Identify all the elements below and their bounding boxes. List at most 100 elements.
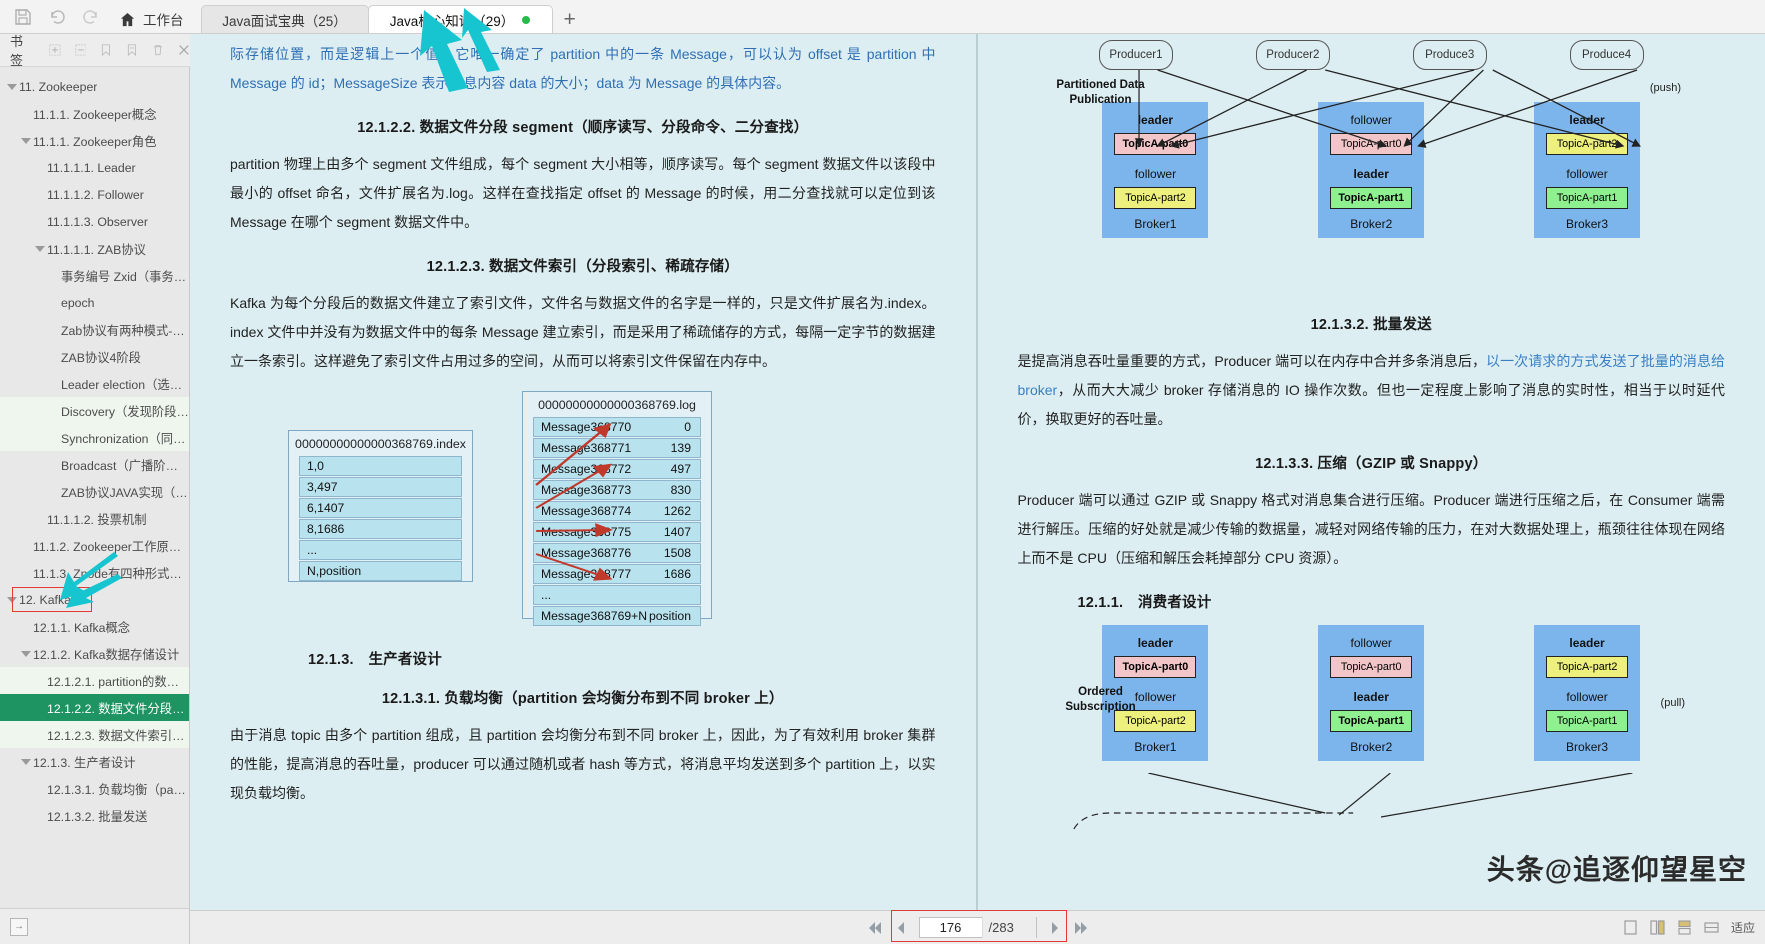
outline-item[interactable]: 11.1.1.2. 投票机制 (0, 505, 189, 532)
outline-item[interactable]: 11.1.1.3. Observer (0, 208, 189, 235)
outline-item[interactable]: 12.1.3. 生产者设计 (0, 748, 189, 775)
outline-item-label: 12.1.2.3. 数据文件索引（分... (47, 728, 189, 743)
heading-load-balance: 12.1.3.1. 负载均衡（partition 会均衡分布到不同 broker… (381, 691, 784, 707)
page-input-group[interactable]: /283 (918, 917, 1037, 938)
outline-item[interactable]: 11. Zookeeper (0, 73, 189, 100)
delete-icon[interactable] (152, 43, 164, 58)
bookmark-next-icon[interactable] (126, 43, 138, 58)
chevron-down-icon[interactable] (20, 649, 31, 659)
log-row-name: Message368772 (541, 462, 632, 476)
broker-name: Broker3 (1566, 740, 1609, 754)
outline-item[interactable]: epoch (0, 289, 189, 316)
outline-sidebar[interactable]: 11. Zookeeper 11.1.1. Zookeeper概念 11.1.1. … (0, 34, 190, 944)
next-page-icon[interactable] (1047, 921, 1063, 935)
outline-item[interactable]: 12.1.1. Kafka概念 (0, 613, 189, 640)
page-navigation[interactable]: /283 (867, 910, 1089, 942)
sidebar-footer: → (0, 908, 189, 944)
outline-item[interactable]: 12.1.2.1. partition的数据文... (0, 667, 189, 694)
outline-item-label: 11.1.2. Zookeeper工作原理... (33, 539, 189, 554)
outline-item-label: Zab协议有两种模式-恢复... (61, 323, 189, 338)
index-row: 8,1686 (299, 519, 462, 539)
page-number-input[interactable] (919, 920, 982, 935)
outline-item[interactable]: Discovery（发现阶段-接... (0, 397, 189, 424)
outline-item[interactable]: ZAB协议4阶段 (0, 343, 189, 370)
outline-item-label: 12.1.2.1. partition的数据文... (47, 674, 189, 689)
redo-icon[interactable] (82, 8, 100, 26)
two-page-icon[interactable] (1650, 920, 1665, 935)
home-icon (120, 12, 135, 27)
outline-item[interactable]: 11.1.1.2. Follower (0, 181, 189, 208)
outline-item[interactable]: 12. Kafka (0, 586, 189, 613)
chevron-down-icon[interactable] (20, 757, 31, 767)
broker-name: Broker1 (1134, 740, 1177, 754)
close-icon[interactable] (178, 43, 190, 58)
remove-bookmark-icon[interactable] (74, 43, 87, 58)
outline-item[interactable]: 12.1.2.3. 数据文件索引（分... (0, 721, 189, 748)
outline-item[interactable]: 事务编号 Zxid（事务请求... (0, 262, 189, 289)
view-controls[interactable]: 适应 (1623, 919, 1755, 936)
log-row-name: Message368775 (541, 525, 632, 539)
outline-item[interactable]: Broadcast（广播阶段-lea... (0, 451, 189, 478)
new-tab-button[interactable]: + (552, 9, 588, 33)
log-row-offset: 0 (684, 420, 691, 434)
outline-item[interactable]: 12.1.2.2. 数据文件分段seg... (0, 694, 189, 721)
chevron-down-icon[interactable] (6, 82, 17, 92)
home-tab[interactable]: 工作台 (114, 5, 202, 33)
outline-item[interactable]: 11.1.3. Znode有四种形式的... (0, 559, 189, 586)
bookmark-prev-icon[interactable] (100, 43, 112, 58)
broker-role-bottom: follower (1566, 167, 1608, 181)
outline-item[interactable]: 11.1.1.1. ZAB协议 (0, 235, 189, 262)
tab-java-interview[interactable]: Java面试宝典（25） (200, 5, 369, 33)
outline-item[interactable]: 11.1.1. Zookeeper角色 (0, 127, 189, 154)
continuous-icon[interactable] (1677, 920, 1692, 935)
outline-item-label: 11. Zookeeper (19, 79, 98, 94)
chevron-down-icon[interactable] (6, 595, 17, 605)
paragraph-batch-send: 是提高消息吞吐量重要的方式，Producer 端可以在内存中合并多条消息后，以一… (1017, 353, 1726, 427)
log-row: Message368777 1686 (533, 564, 701, 584)
paragraph-segment: partition 物理上由多个 segment 文件组成，每个 segment… (230, 156, 936, 230)
chevron-down-icon[interactable] (20, 136, 31, 146)
outline-item-label: Leader election（选举阶... (61, 377, 189, 392)
outline-item[interactable]: Leader election（选举阶... (0, 370, 189, 397)
expand-sidebar-icon[interactable]: → (10, 917, 28, 936)
outline-item[interactable]: 11.1.1. Zookeeper概念 (0, 100, 189, 127)
undo-icon[interactable] (48, 8, 66, 26)
tab-java-core[interactable]: Java核心知识（29） (367, 5, 553, 33)
outline-item[interactable]: 12.1.2. Kafka数据存储设计 (0, 640, 189, 667)
chevron-down-icon[interactable] (34, 244, 45, 254)
partition-chip: TopicA-part1 (1330, 710, 1413, 732)
fit-label[interactable]: 适应 (1731, 919, 1755, 936)
fit-width-icon[interactable] (1704, 920, 1719, 935)
log-row: Message368774 1262 (533, 501, 701, 521)
partition-chip: TopicA-part1 (1546, 710, 1629, 732)
outline-item-label: 11.1.1.2. Follower (47, 187, 144, 202)
outline-item[interactable]: 11.1.1.1. Leader (0, 154, 189, 181)
outline-item[interactable]: 11.1.2. Zookeeper工作原理... (0, 532, 189, 559)
prev-page-icon[interactable] (893, 921, 909, 935)
first-page-icon[interactable] (867, 921, 883, 935)
last-page-icon[interactable] (1073, 921, 1089, 935)
outline-item-label: Broadcast（广播阶段-lea... (61, 458, 189, 473)
status-bar: /283 适应 (190, 910, 1765, 944)
save-icon[interactable] (14, 8, 32, 26)
document-viewer[interactable]: 际存储位置，而是逻辑上一个值，它唯一确定了 partition 中的一条 Mes… (190, 34, 1765, 944)
outline-item[interactable]: 12.1.3.1. 负载均衡（partiti... (0, 775, 189, 802)
outline-tree[interactable]: 11. Zookeeper 11.1.1. Zookeeper概念 11.1.1. … (0, 67, 189, 829)
index-row: 1,0 (299, 456, 462, 476)
index-file-box: 00000000000000368769.index 1,0 3,497 6,140… (288, 430, 473, 582)
outline-item[interactable]: ZAB协议JAVA实现（FLE-... (0, 478, 189, 505)
outline-item-label: Discovery（发现阶段-接... (61, 404, 189, 419)
ordered-subscription-label: Ordered Subscription (1065, 686, 1136, 713)
outline-item[interactable]: Synchronization（同步阶... (0, 424, 189, 451)
outline-item[interactable]: Zab协议有两种模式-恢复... (0, 316, 189, 343)
outline-item[interactable]: 12.1.3.2. 批量发送 (0, 802, 189, 829)
heading-batch-send: 12.1.3.2. 批量发送 (1310, 317, 1432, 333)
bookmark-toolbar: 书签 (0, 34, 190, 68)
outline-item-label: 12.1.3.1. 负载均衡（partiti... (47, 782, 189, 797)
add-bookmark-icon[interactable] (49, 43, 61, 58)
single-page-icon[interactable] (1623, 920, 1638, 935)
